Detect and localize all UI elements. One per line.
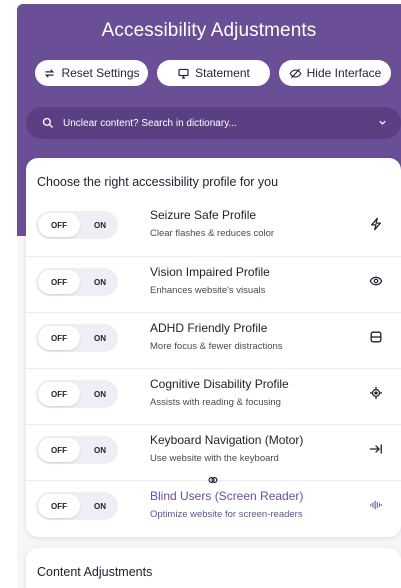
focus-frame-icon <box>365 326 387 348</box>
hide-icon <box>289 68 302 78</box>
chevron-down-icon[interactable] <box>378 118 387 127</box>
toggle-off[interactable]: OFF <box>38 270 80 294</box>
profile-name: Cognitive Disability Profile <box>150 377 289 391</box>
target-icon <box>365 382 387 404</box>
reset-icon <box>45 68 55 78</box>
toggle-off[interactable]: OFF <box>38 382 80 406</box>
statement-icon <box>178 68 189 79</box>
profile-description: Optimize website for screen-readers <box>150 509 303 520</box>
dictionary-search[interactable]: Unclear content? Search in dictionary... <box>26 107 401 139</box>
profile-description: More focus & fewer distractions <box>150 341 283 352</box>
statement-button[interactable]: Statement <box>157 60 270 86</box>
search-icon <box>42 117 53 128</box>
profile-name: Vision Impaired Profile <box>150 265 270 279</box>
profile-blind-users: OFF ON Blind Users (Screen Reader) Optim… <box>26 477 401 536</box>
reset-settings-button[interactable]: Reset Settings <box>35 60 148 86</box>
panel-title: Accessibility Adjustments <box>101 20 317 41</box>
toggle-on[interactable]: ON <box>86 268 114 296</box>
content-adjustments-card: Content Adjustments <box>26 548 401 588</box>
reset-settings-label: Reset Settings <box>61 66 140 80</box>
profile-toggle[interactable]: OFF ON <box>36 436 118 464</box>
profile-description: Assists with reading & focusing <box>150 397 281 408</box>
profile-toggle[interactable]: OFF ON <box>36 211 118 239</box>
profile-toggle[interactable]: OFF ON <box>36 268 118 296</box>
bolt-icon <box>365 213 387 235</box>
toggle-off[interactable]: OFF <box>38 494 80 518</box>
toggle-off[interactable]: OFF <box>38 213 80 237</box>
profile-cognitive-disability: OFF ON Cognitive Disability Profile Assi… <box>26 368 401 424</box>
statement-label: Statement <box>195 66 250 80</box>
toggle-on[interactable]: ON <box>86 492 114 520</box>
profile-description: Use website with the keyboard <box>150 453 279 464</box>
profiles-title: Choose the right accessibility profile f… <box>37 175 279 189</box>
toggle-on[interactable]: ON <box>86 324 114 352</box>
profile-name: Seizure Safe Profile <box>150 208 257 222</box>
link-icon <box>208 477 218 484</box>
profiles-card: Choose the right accessibility profile f… <box>26 158 401 537</box>
toggle-on[interactable]: ON <box>86 380 114 408</box>
profile-seizure-safe: OFF ON Seizure Safe Profile Clear flashe… <box>26 200 401 256</box>
profile-toggle[interactable]: OFF ON <box>36 324 118 352</box>
arrow-to-bar-icon <box>365 438 387 460</box>
profile-vision-impaired: OFF ON Vision Impaired Profile Enhances … <box>26 256 401 312</box>
profile-description: Enhances website's visuals <box>150 285 266 296</box>
profile-name: Blind Users (Screen Reader) <box>150 489 304 503</box>
toggle-on[interactable]: ON <box>86 211 114 239</box>
toggle-on[interactable]: ON <box>86 436 114 464</box>
content-adjustments-title: Content Adjustments <box>37 565 153 579</box>
toggle-off[interactable]: OFF <box>38 438 80 462</box>
toggle-off[interactable]: OFF <box>38 326 80 350</box>
search-placeholder: Unclear content? Search in dictionary... <box>63 117 237 129</box>
eye-icon <box>365 270 387 292</box>
profile-description: Clear flashes & reduces color <box>150 228 275 239</box>
profile-keyboard-navigation: OFF ON Keyboard Navigation (Motor) Use w… <box>26 424 401 480</box>
profile-name: Keyboard Navigation (Motor) <box>150 433 304 447</box>
hide-interface-label: Hide Interface <box>306 66 382 80</box>
hide-interface-button[interactable]: Hide Interface <box>279 60 391 86</box>
profile-toggle[interactable]: OFF ON <box>36 492 118 520</box>
header-actions: Reset Settings Statement Hide Interface <box>17 60 401 86</box>
profile-toggle[interactable]: OFF ON <box>36 380 118 408</box>
profile-adhd-friendly: OFF ON ADHD Friendly Profile More focus … <box>26 312 401 368</box>
profile-name: ADHD Friendly Profile <box>150 321 268 335</box>
audio-wave-icon <box>365 494 387 516</box>
accessibility-panel: Accessibility Adjustments Reset Settings… <box>17 4 401 588</box>
